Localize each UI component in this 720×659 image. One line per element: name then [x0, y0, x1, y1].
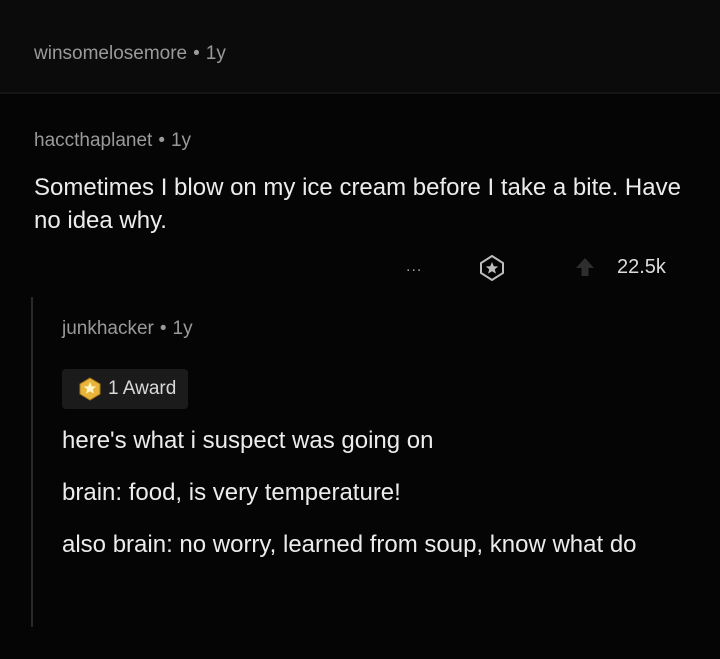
reply-paragraph: here's what i suspect was going on	[62, 427, 434, 454]
award-count-label: 1 Award	[108, 378, 177, 399]
reply-paragraph: also brain: no worry, learned from soup,…	[62, 531, 637, 558]
separator-dot: •	[158, 130, 165, 151]
comment-body: Sometimes I blow on my ice cream before …	[34, 174, 681, 234]
more-options-icon[interactable]: ...	[406, 255, 422, 279]
op-meta: winsomelosemore • 1y	[34, 43, 226, 65]
reply-comment: junkhacker • 1y 1 Award here's what i susp…	[62, 318, 682, 580]
vote-score: 22.5k	[617, 256, 666, 278]
award-icon[interactable]	[479, 254, 505, 282]
op-username[interactable]: winsomelosemore	[34, 43, 187, 64]
comment-username[interactable]: haccthaplanet	[34, 130, 152, 151]
reply-paragraph: brain: food, is very temperature!	[62, 479, 401, 506]
comment-meta: haccthaplanet • 1y	[34, 130, 191, 152]
reply-age: 1y	[172, 318, 193, 339]
op-age: 1y	[205, 43, 226, 64]
separator-dot: •	[159, 318, 167, 339]
reply-body: here's what i suspect was going on brain…	[62, 424, 682, 561]
upvote-arrow-icon[interactable]	[574, 256, 596, 278]
comment-actions: ... 22.5k	[0, 254, 720, 283]
gold-award-icon	[79, 377, 101, 401]
comment-age: 1y	[170, 130, 192, 151]
reply-meta: junkhacker • 1y	[62, 318, 682, 340]
award-badge[interactable]: 1 Award	[62, 369, 189, 409]
separator-dot: •	[193, 43, 200, 64]
divider	[0, 92, 720, 94]
thread-line[interactable]	[31, 297, 33, 627]
reply-username[interactable]: junkhacker	[62, 318, 154, 339]
